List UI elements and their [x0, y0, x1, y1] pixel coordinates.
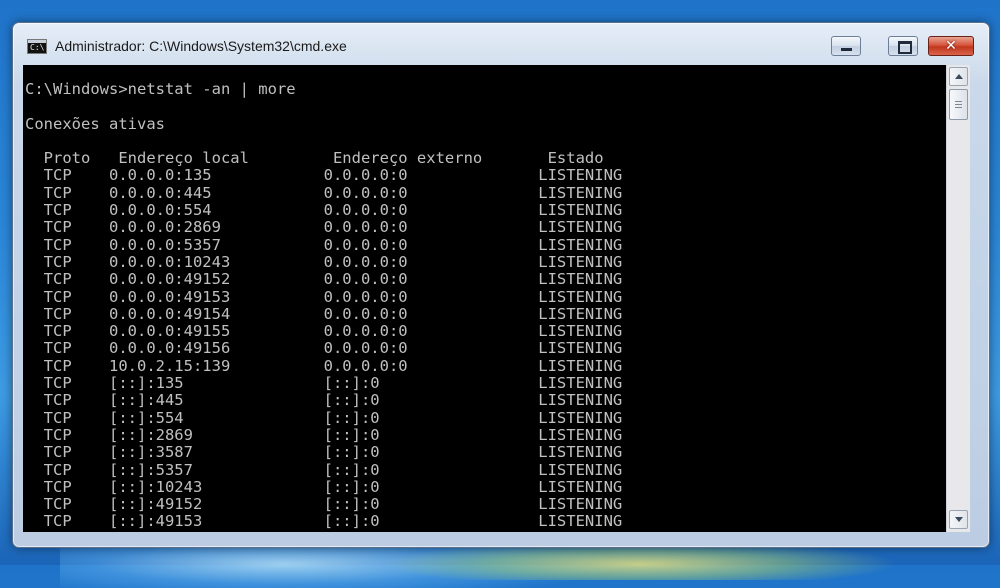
section-title: Conexões ativas [25, 114, 165, 133]
maximize-icon [898, 41, 912, 54]
console-text: C:\Windows>netstat -an | more Conexões at… [25, 80, 623, 531]
table-row: TCP [::]:445 [::]:0 LISTENING [25, 391, 623, 410]
table-row: TCP [::]:5357 [::]:0 LISTENING [25, 460, 623, 479]
table-row: TCP [::]:49153 [::]:0 LISTENING [25, 512, 623, 531]
command-prompt-line: C:\Windows>netstat -an | more [25, 80, 296, 98]
window-title: Administrador: C:\Windows\System32\cmd.e… [55, 38, 347, 54]
table-row: TCP 0.0.0.0:10243 0.0.0.0:0 LISTENING [25, 252, 623, 271]
table-row: TCP 0.0.0.0:49155 0.0.0.0:0 LISTENING [25, 322, 623, 341]
scroll-down-arrow-icon [955, 517, 963, 522]
table-row: TCP 0.0.0.0:135 0.0.0.0:0 LISTENING [25, 166, 623, 185]
table-row: TCP [::]:3587 [::]:0 LISTENING [25, 443, 623, 462]
cmd-icon: C:\ [27, 39, 47, 54]
maximize-button[interactable] [888, 36, 918, 56]
console-output[interactable]: C:\Windows>netstat -an | more Conexões at… [23, 65, 946, 532]
table-row: TCP [::]:10243 [::]:0 LISTENING [25, 477, 623, 496]
minimize-button[interactable] [831, 36, 861, 56]
minimize-icon [841, 48, 852, 51]
scroll-up-arrow-icon [955, 74, 963, 79]
close-icon: ✕ [945, 38, 957, 54]
scroll-up-button[interactable] [949, 67, 968, 86]
close-button[interactable]: ✕ [928, 36, 974, 56]
table-row: TCP 0.0.0.0:49154 0.0.0.0:0 LISTENING [25, 304, 623, 323]
table-row: TCP 0.0.0.0:49153 0.0.0.0:0 LISTENING [25, 287, 623, 306]
table-row: TCP [::]:49152 [::]:0 LISTENING [25, 495, 623, 514]
table-row: TCP [::]:554 [::]:0 LISTENING [25, 408, 623, 427]
vertical-scrollbar[interactable] [946, 65, 970, 532]
table-row: TCP 0.0.0.0:445 0.0.0.0:0 LISTENING [25, 183, 623, 202]
table-header: Proto Endereço local Endereço externo Es… [25, 149, 604, 168]
table-row: TCP [::]:135 [::]:0 LISTENING [25, 374, 623, 393]
table-row: TCP 0.0.0.0:49152 0.0.0.0:0 LISTENING [25, 270, 623, 289]
table-row: TCP 0.0.0.0:554 0.0.0.0:0 LISTENING [25, 201, 623, 220]
scroll-thumb[interactable] [949, 89, 968, 120]
table-row: TCP 0.0.0.0:5357 0.0.0.0:0 LISTENING [25, 235, 623, 254]
table-row: TCP [::]:2869 [::]:0 LISTENING [25, 425, 623, 444]
table-row: TCP 10.0.2.15:139 0.0.0.0:0 LISTENING [25, 356, 623, 375]
title-bar[interactable]: C:\ Administrador: C:\Windows\System32\c… [13, 23, 989, 63]
table-row: TCP 0.0.0.0:49156 0.0.0.0:0 LISTENING [25, 339, 623, 358]
scroll-down-button[interactable] [949, 510, 968, 529]
table-row: TCP 0.0.0.0:2869 0.0.0.0:0 LISTENING [25, 218, 623, 237]
